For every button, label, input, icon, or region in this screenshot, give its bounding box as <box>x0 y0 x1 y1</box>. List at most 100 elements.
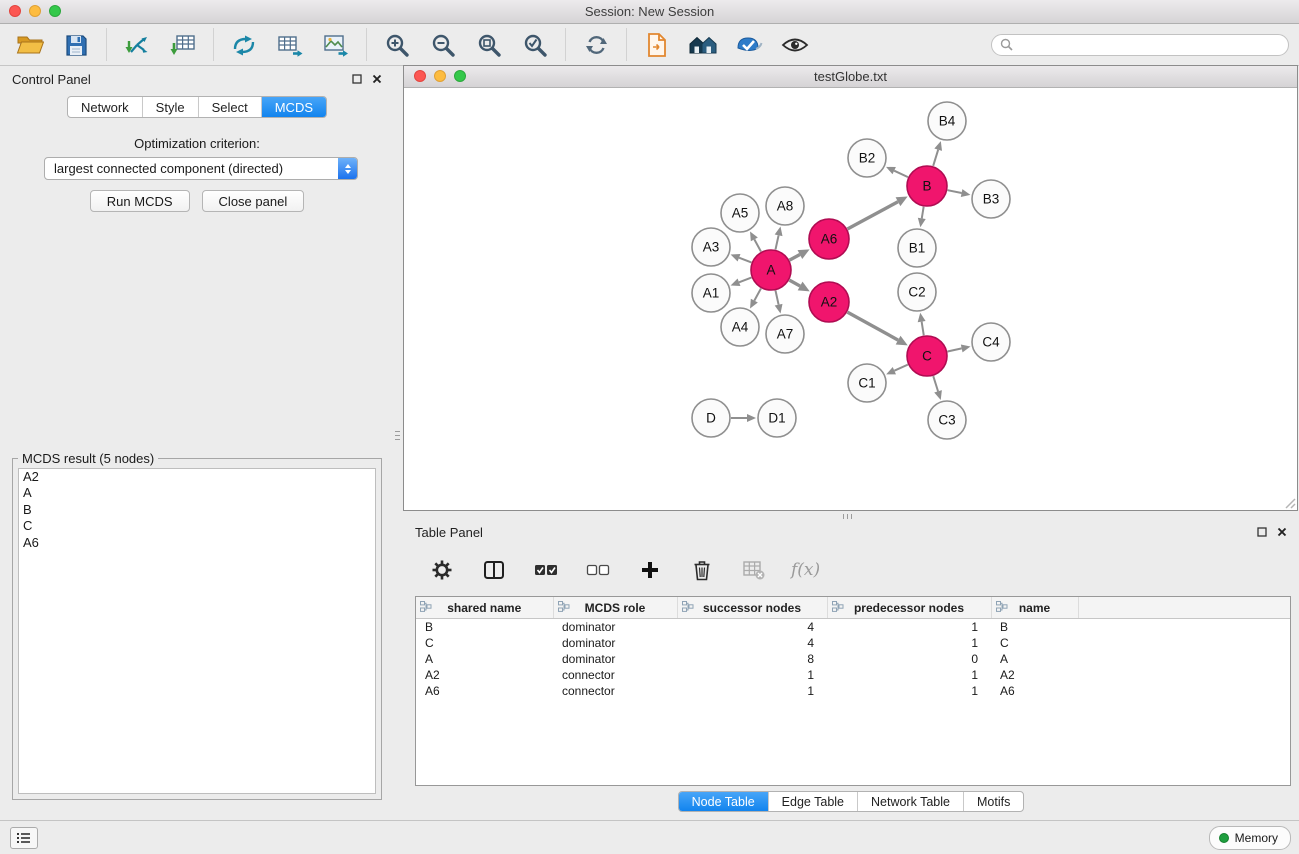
table-cell[interactable]: 1 <box>827 635 991 651</box>
run-mcds-button[interactable]: Run MCDS <box>90 190 190 212</box>
graph-edge-C-C3[interactable] <box>933 376 938 391</box>
graph-edge-B-B2[interactable] <box>894 171 908 177</box>
table-cell[interactable]: A6 <box>991 683 1078 699</box>
graph-node-A2[interactable]: A2 <box>809 282 849 322</box>
add-column-button[interactable] <box>635 555 665 585</box>
graph-edge-A-A6[interactable] <box>790 255 800 261</box>
column-header-successor-nodes[interactable]: successor nodes <box>677 597 827 619</box>
graph-node-B3[interactable]: B3 <box>972 180 1010 218</box>
table-cell[interactable]: 1 <box>827 683 991 699</box>
table-cell[interactable]: 4 <box>677 619 827 636</box>
zoom-in-button[interactable] <box>382 30 412 60</box>
show-hide-button[interactable] <box>780 30 810 60</box>
tab-node-table[interactable]: Node Table <box>679 792 769 811</box>
table-cell[interactable]: dominator <box>553 635 677 651</box>
column-header-predecessor-nodes[interactable]: predecessor nodes <box>827 597 991 619</box>
graph-edge-C-C4[interactable] <box>948 348 962 351</box>
tab-network-table[interactable]: Network Table <box>858 792 964 811</box>
result-item[interactable]: A2 <box>19 469 375 485</box>
network-canvas[interactable]: B4B2BB3A5A8A6A3B1AA1C2A2A4A7C4CC1C3DD1 <box>404 88 1297 510</box>
table-cell[interactable]: 4 <box>677 635 827 651</box>
graph-edge-A-A7[interactable] <box>775 291 778 305</box>
table-cell[interactable]: 8 <box>677 651 827 667</box>
toolbar-search[interactable] <box>991 34 1289 56</box>
close-window-button[interactable] <box>9 5 21 17</box>
result-item[interactable]: A <box>19 485 375 501</box>
network-view-window[interactable]: testGlobe.txt B4B2BB3A5A8A6A3B1AA1C2A2A4… <box>403 65 1298 511</box>
delete-column-button[interactable] <box>687 555 717 585</box>
first-neighbors-button[interactable] <box>688 30 718 60</box>
table-cell[interactable]: A <box>416 651 553 667</box>
memory-button[interactable]: Memory <box>1209 826 1291 850</box>
zoom-fit-button[interactable] <box>474 30 504 60</box>
graph-node-C[interactable]: C <box>907 336 947 376</box>
float-table-panel-icon[interactable] <box>1257 527 1267 537</box>
graph-node-A8[interactable]: A8 <box>766 187 804 225</box>
close-table-panel-icon[interactable] <box>1277 527 1287 537</box>
table-cell[interactable]: C <box>416 635 553 651</box>
graph-edge-A6-B[interactable] <box>847 202 898 229</box>
graph-node-A3[interactable]: A3 <box>692 228 730 266</box>
table-cell[interactable]: B <box>991 619 1078 636</box>
table-cell[interactable]: 1 <box>677 667 827 683</box>
task-history-button[interactable] <box>10 827 38 849</box>
graph-node-A[interactable]: A <box>751 250 791 290</box>
horizontal-splitter-handle[interactable] <box>843 514 867 520</box>
import-network-button[interactable] <box>122 30 152 60</box>
minimize-network-window-button[interactable] <box>434 70 446 82</box>
graph-edge-C-C1[interactable] <box>894 365 907 371</box>
table-row[interactable]: A2connector11A2 <box>416 667 1290 683</box>
graph-node-B2[interactable]: B2 <box>848 139 886 177</box>
graph-node-B4[interactable]: B4 <box>928 102 966 140</box>
tab-select[interactable]: Select <box>199 97 262 117</box>
table-cell[interactable]: connector <box>553 683 677 699</box>
graph-node-C3[interactable]: C3 <box>928 401 966 439</box>
graph-node-A6[interactable]: A6 <box>809 219 849 259</box>
table-cell[interactable]: dominator <box>553 619 677 636</box>
table-cell[interactable]: A6 <box>416 683 553 699</box>
table-row[interactable]: Cdominator41C <box>416 635 1290 651</box>
import-table-button[interactable] <box>168 30 198 60</box>
result-item[interactable]: B <box>19 502 375 518</box>
graph-node-A4[interactable]: A4 <box>721 308 759 346</box>
table-row[interactable]: Bdominator41B <box>416 619 1290 636</box>
table-cell[interactable]: 0 <box>827 651 991 667</box>
table-row[interactable]: A6connector11A6 <box>416 683 1290 699</box>
tab-mcds[interactable]: MCDS <box>262 97 326 117</box>
resize-grip-icon[interactable] <box>1283 496 1296 509</box>
zoom-window-button[interactable] <box>49 5 61 17</box>
graph-edge-A-A5[interactable] <box>754 239 761 251</box>
save-session-button[interactable] <box>61 30 91 60</box>
table-settings-button[interactable] <box>427 555 457 585</box>
graph-node-D1[interactable]: D1 <box>758 399 796 437</box>
graph-edge-B-B4[interactable] <box>933 150 938 166</box>
graph-edge-A-A1[interactable] <box>739 278 751 283</box>
export-image-button[interactable] <box>321 30 351 60</box>
table-cell[interactable]: 1 <box>827 619 991 636</box>
minimize-window-button[interactable] <box>29 5 41 17</box>
graph-node-D[interactable]: D <box>692 399 730 437</box>
graph-node-A1[interactable]: A1 <box>692 274 730 312</box>
close-panel-button[interactable]: Close panel <box>202 190 305 212</box>
graph-node-C4[interactable]: C4 <box>972 323 1010 361</box>
table-cell[interactable]: C <box>991 635 1078 651</box>
refresh-view-button[interactable] <box>581 30 611 60</box>
table-cell[interactable]: A <box>991 651 1078 667</box>
graph-edge-A-A8[interactable] <box>775 235 778 249</box>
graph-node-C1[interactable]: C1 <box>848 364 886 402</box>
result-item[interactable]: C <box>19 518 375 534</box>
table-cell[interactable]: A2 <box>991 667 1078 683</box>
show-columns-button[interactable] <box>479 555 509 585</box>
graph-edge-A2-C[interactable] <box>847 312 898 340</box>
table-cell[interactable]: B <box>416 619 553 636</box>
export-network-button[interactable] <box>229 30 259 60</box>
graph-node-A7[interactable]: A7 <box>766 315 804 353</box>
check-badge-button[interactable] <box>734 30 764 60</box>
column-header-name[interactable]: name <box>991 597 1078 619</box>
open-session-file-button[interactable] <box>642 30 672 60</box>
zoom-selected-button[interactable] <box>520 30 550 60</box>
graph-edge-B-B3[interactable] <box>948 190 962 193</box>
tab-motifs[interactable]: Motifs <box>964 792 1023 811</box>
close-panel-icon[interactable] <box>372 74 382 84</box>
table-cell[interactable]: A2 <box>416 667 553 683</box>
